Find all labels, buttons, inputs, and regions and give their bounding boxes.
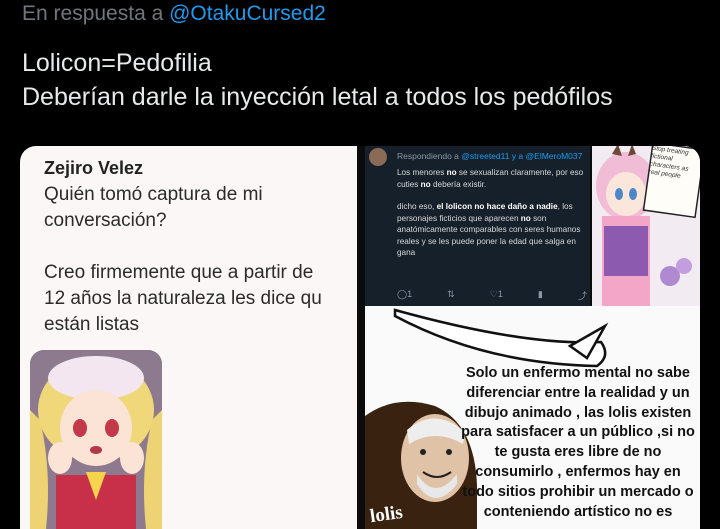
- tweet-media[interactable]: Zejiro Velez Quién tomó captura de mi co…: [20, 146, 700, 529]
- embedded-tweet-body: Los menores no se sexualizan claramente,…: [397, 167, 589, 270]
- embedded-paragraph-1: Los menores no se sexualizan claramente,…: [397, 168, 584, 189]
- screenshot-paragraph-1: Quién tomó captura de mi conversación?: [44, 184, 263, 231]
- tweet-text: Lolicon=Pedofilia Deberían darle la inye…: [22, 46, 613, 114]
- embedded-reply-context: Respondiendo a @streeted11 y a @ElMeroM0…: [397, 151, 582, 161]
- embedded-reply-prefix: Respondiendo a: [397, 151, 459, 161]
- embedded-tweet-actions: ◯1 ⇅ ♡1 ▮ ⤴: [397, 289, 587, 302]
- anime-character-image: [30, 350, 162, 529]
- tweet-line-1: Lolicon=Pedofilia: [22, 49, 212, 77]
- meme-tag: lolis: [368, 501, 404, 528]
- embedded-paragraph-2: dicho eso, el lolicon no hace daño a nad…: [397, 202, 581, 257]
- stats-icon: ▮: [537, 289, 543, 299]
- anime-sign-image: Stop treating fictional characters as re…: [592, 146, 700, 306]
- meme-image: Solo un enfermo mental no sabe diferenci…: [365, 306, 700, 529]
- reply-icon: ◯1: [397, 289, 413, 299]
- meme-caption: Solo un enfermo mental no sabe diferenci…: [461, 365, 695, 520]
- share-icon: ⤴: [577, 291, 587, 301]
- avatar: [369, 148, 387, 166]
- reply-context: En respuesta a @OtakuCursed2: [22, 2, 326, 26]
- screenshot-paragraph-2: Creo firmemente que a partir de 12 años …: [44, 262, 322, 335]
- like-icon: ♡1: [489, 289, 503, 299]
- reply-prefix: En respuesta a: [22, 2, 164, 25]
- reply-handle-link[interactable]: @OtakuCursed2: [169, 2, 326, 25]
- embedded-tweet-screenshot: Respondiendo a @streeted11 y a @ElMeroM0…: [365, 146, 590, 306]
- tweet-line-2: Deberían darle la inyección letal a todo…: [22, 83, 613, 111]
- media-left-screenshot[interactable]: Zejiro Velez Quién tomó captura de mi co…: [20, 146, 357, 529]
- embedded-reply-handles: @streeted11 y a @ElMeroM037: [461, 151, 583, 161]
- retweet-icon: ⇅: [447, 289, 455, 299]
- screenshot-author-name: Zejiro Velez: [44, 158, 144, 178]
